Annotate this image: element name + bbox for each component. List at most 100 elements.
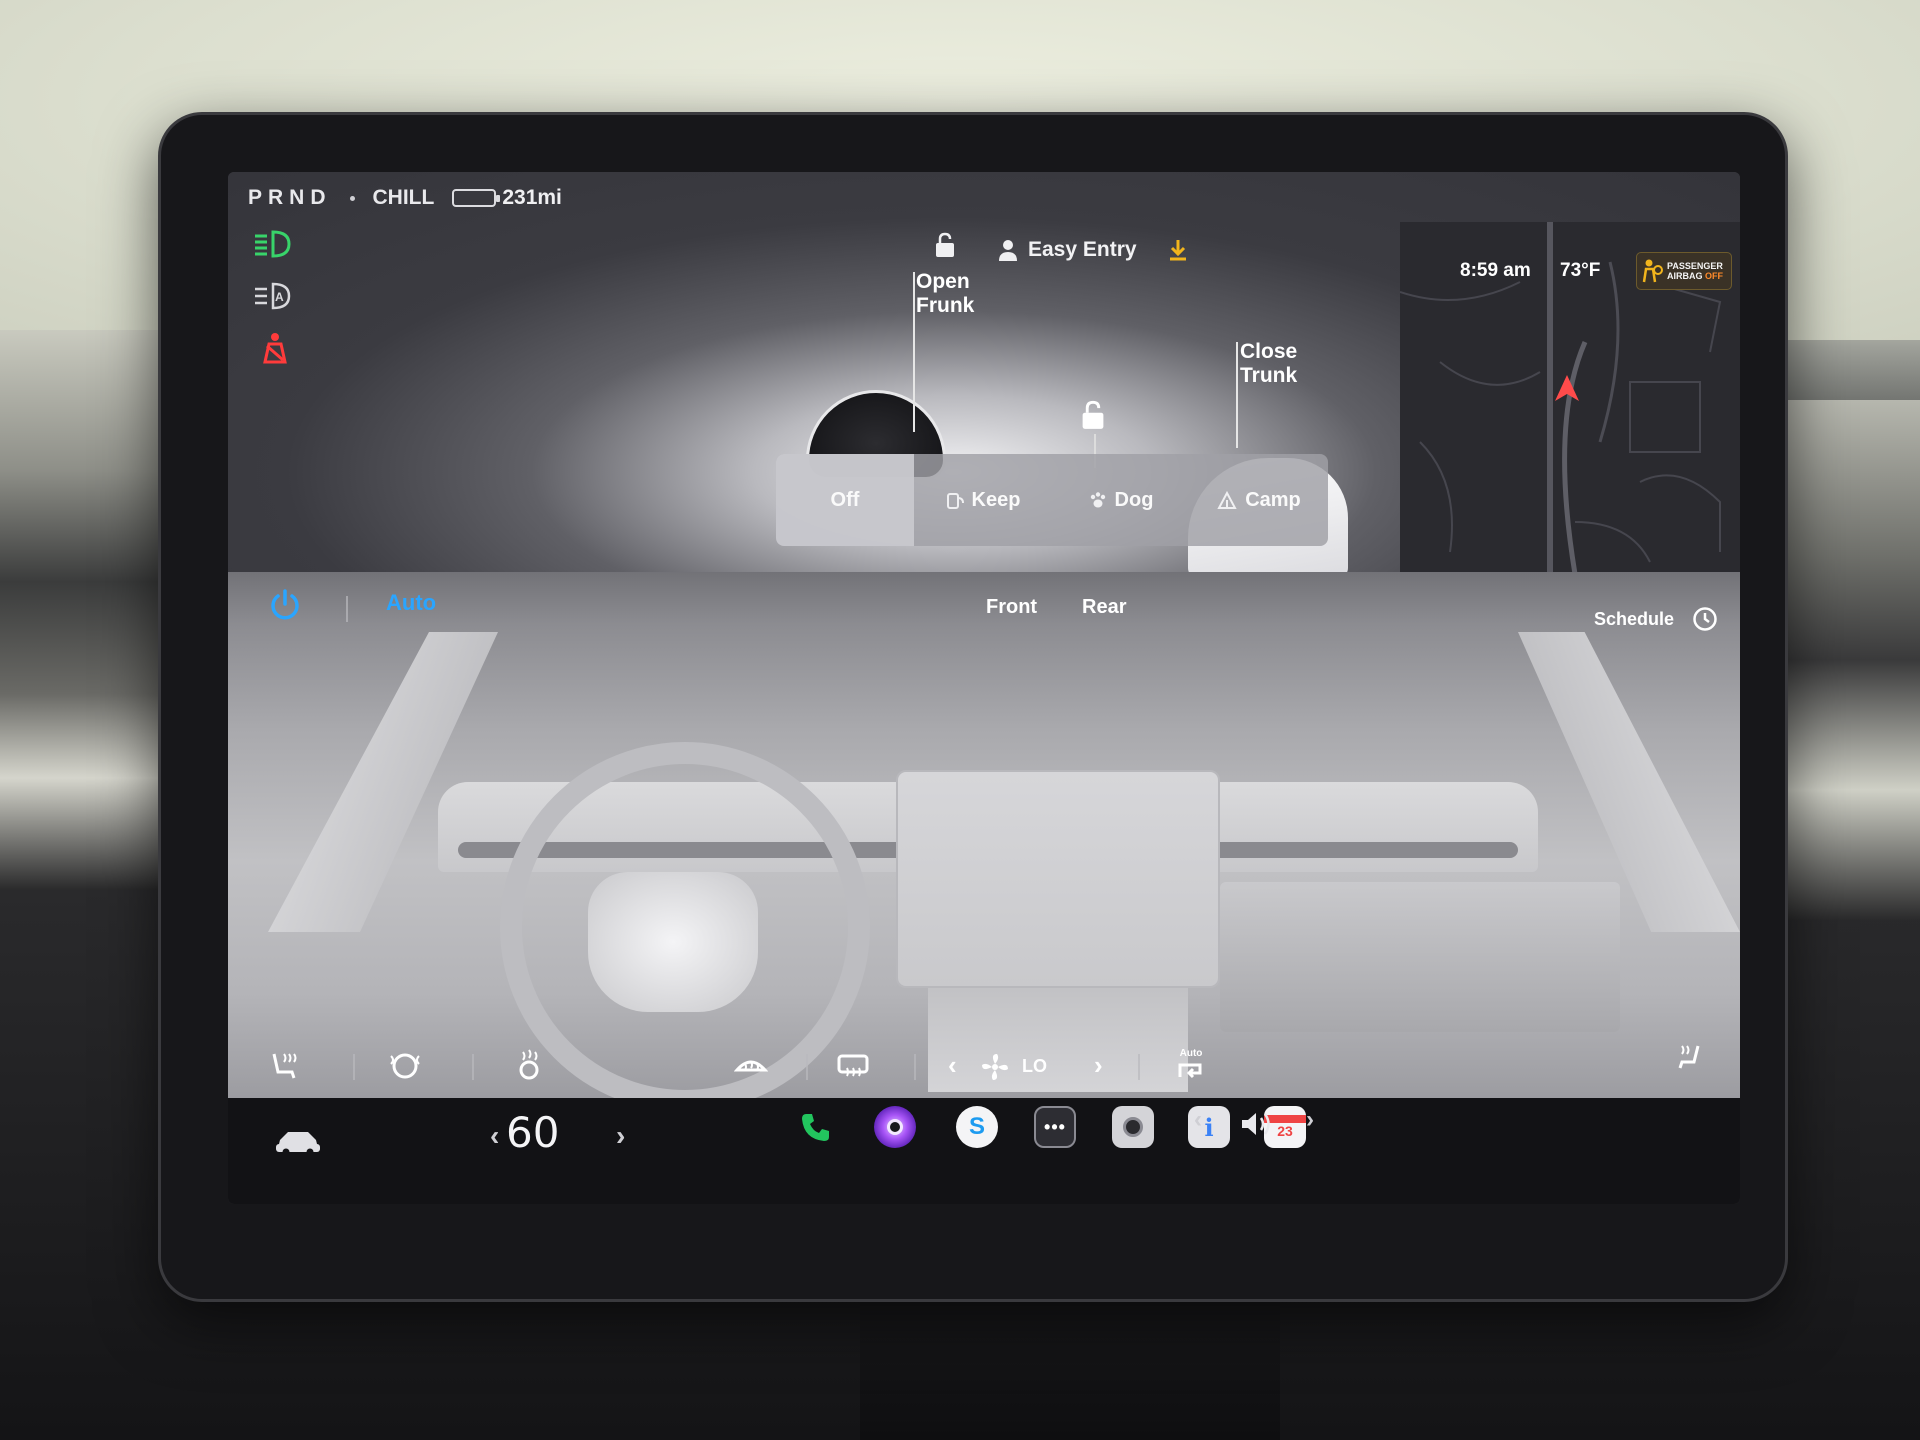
frunk-callout-line — [913, 272, 915, 432]
separator-dot — [349, 195, 355, 201]
seat-heat-rear-button[interactable] — [514, 1048, 544, 1080]
climate-mode-dog-label: Dog — [1114, 488, 1154, 511]
svg-text:A: A — [275, 290, 284, 304]
driver-seat-heat-button[interactable] — [268, 1050, 302, 1082]
unlock-icon[interactable] — [934, 232, 956, 263]
airbag-icon — [1642, 259, 1663, 283]
ellipsis-icon: ••• — [1044, 1116, 1066, 1137]
passenger-airbag-status: PASSENGER AIRBAG OFF — [1636, 252, 1732, 290]
front-defrost-icon — [734, 1060, 768, 1072]
streaming-logo-icon: S — [968, 1113, 985, 1140]
clock-icon — [1693, 607, 1717, 631]
climate-keeper-selector: Off Keep Dog Camp — [776, 454, 1328, 546]
climate-panel: Auto Front Rear Schedule ‹ LO › Auto — [228, 572, 1740, 1112]
range-readout: 231mi — [502, 186, 562, 209]
media-app-icon[interactable] — [874, 1106, 916, 1148]
temp-decrease-button[interactable]: ‹ — [490, 1120, 499, 1152]
bottom-bar: ‹ 60 › S ••• i 23 ‹ › — [228, 1098, 1740, 1204]
climate-mode-dog[interactable]: Dog — [1052, 454, 1190, 546]
separator — [1138, 1054, 1140, 1080]
airbag-line2: AIRBAG — [1667, 271, 1703, 281]
recirculation-button[interactable]: Auto — [1176, 1048, 1206, 1083]
center-screen-render — [896, 770, 1220, 988]
climate-mode-camp-label: Camp — [1245, 488, 1301, 511]
wheel-heater-icon — [390, 1053, 420, 1079]
separator — [914, 1054, 916, 1080]
more-apps-icon[interactable]: ••• — [1034, 1106, 1076, 1148]
airbag-state: OFF — [1705, 271, 1724, 281]
airbag-line1: PASSENGER — [1667, 261, 1723, 271]
climate-auto-button[interactable]: Auto — [386, 590, 436, 616]
climate-mode-off-label: Off — [830, 488, 860, 511]
dashboard-left-background — [0, 330, 170, 890]
auto-high-beam-icon: A — [250, 278, 296, 314]
dashboard-right-background — [1770, 400, 1920, 920]
passenger-seat-heater-icon — [1678, 1045, 1700, 1069]
climate-mode-keep-label: Keep — [971, 488, 1021, 511]
climate-controls: ‹ LO › Auto — [228, 1044, 1740, 1098]
climate-mode-off[interactable]: Off — [776, 454, 914, 546]
paw-icon — [1090, 492, 1105, 508]
calendar-day: 23 — [1277, 1123, 1293, 1139]
headlights-icon — [250, 226, 296, 262]
steering-wheel-hub — [588, 872, 758, 1012]
charge-port-unlock-icon[interactable] — [1080, 400, 1106, 435]
seat-heater-icon — [272, 1053, 297, 1079]
temp-increase-button[interactable]: › — [616, 1120, 625, 1152]
easy-entry-profile[interactable]: Easy Entry — [998, 238, 1137, 262]
volume-icon[interactable] — [1238, 1108, 1278, 1145]
streaming-app-icon[interactable]: S — [956, 1106, 998, 1148]
rear-defrost-icon — [837, 1054, 869, 1077]
gear-indicator: PRND — [248, 186, 332, 209]
camera-lens-icon — [1123, 1117, 1143, 1137]
fan-decrease-button[interactable]: ‹ — [948, 1050, 957, 1081]
media-disc-icon — [887, 1119, 903, 1135]
clock: 8:59 am — [1460, 260, 1531, 281]
climate-mode-camp[interactable]: Camp — [1190, 454, 1328, 546]
info-icon: i — [1204, 1112, 1214, 1142]
front-defrost-button[interactable] — [734, 1050, 768, 1078]
volume-increase-button[interactable]: › — [1306, 1106, 1314, 1134]
separator — [806, 1054, 808, 1080]
close-trunk-button[interactable]: Close Trunk — [1240, 340, 1330, 388]
status-bar: PRND CHILL 231mi — [248, 186, 562, 210]
fan-icon — [980, 1052, 1010, 1082]
drive-mode: CHILL — [372, 186, 435, 209]
person-icon — [999, 240, 1017, 261]
schedule-label: Schedule — [1594, 608, 1675, 629]
volume-decrease-button[interactable]: ‹ — [1194, 1106, 1202, 1134]
open-frunk-button[interactable]: Open Frunk — [916, 270, 1006, 318]
glovebox-render — [1220, 882, 1620, 1032]
touchscreen: PRND CHILL 231mi A Easy Entry Open Frunk… — [228, 172, 1740, 1204]
tab-front[interactable]: Front — [986, 596, 1037, 619]
tab-rear[interactable]: Rear — [1082, 596, 1126, 619]
schedule-button[interactable]: Schedule — [1594, 606, 1718, 632]
recirc-auto-label: Auto — [1179, 1048, 1203, 1059]
camera-app-icon[interactable] — [1112, 1106, 1154, 1148]
climate-mode-keep[interactable]: Keep — [914, 454, 1052, 546]
airbag-text: PASSENGER AIRBAG OFF — [1667, 261, 1723, 281]
battery-status: 231mi — [452, 186, 562, 210]
heat-icon — [519, 1049, 539, 1080]
keep-icon — [946, 493, 964, 509]
separator — [346, 596, 348, 622]
rear-defrost-button[interactable] — [836, 1052, 870, 1080]
fan-speed-readout: LO — [1022, 1056, 1047, 1076]
passenger-seat-heat-button[interactable] — [1674, 1042, 1704, 1072]
climate-power-icon[interactable] — [268, 588, 302, 627]
tent-icon — [1217, 491, 1237, 509]
seatbelt-warning-icon — [250, 330, 296, 366]
cabin-temperature: 60 — [506, 1108, 560, 1157]
battery-icon — [452, 189, 501, 207]
phone-app-icon[interactable] — [794, 1106, 836, 1148]
separator — [353, 1054, 355, 1080]
steering-wheel-heat-button[interactable] — [388, 1052, 422, 1080]
download-icon[interactable] — [1168, 238, 1188, 267]
easy-entry-label: Easy Entry — [1028, 238, 1137, 261]
outside-temperature: 73°F — [1560, 260, 1601, 281]
trunk-callout-line — [1236, 342, 1238, 448]
car-icon[interactable] — [274, 1126, 322, 1161]
separator — [472, 1054, 474, 1080]
fan-increase-button[interactable]: › — [1094, 1050, 1103, 1081]
recirculation-icon — [1178, 1063, 1202, 1079]
